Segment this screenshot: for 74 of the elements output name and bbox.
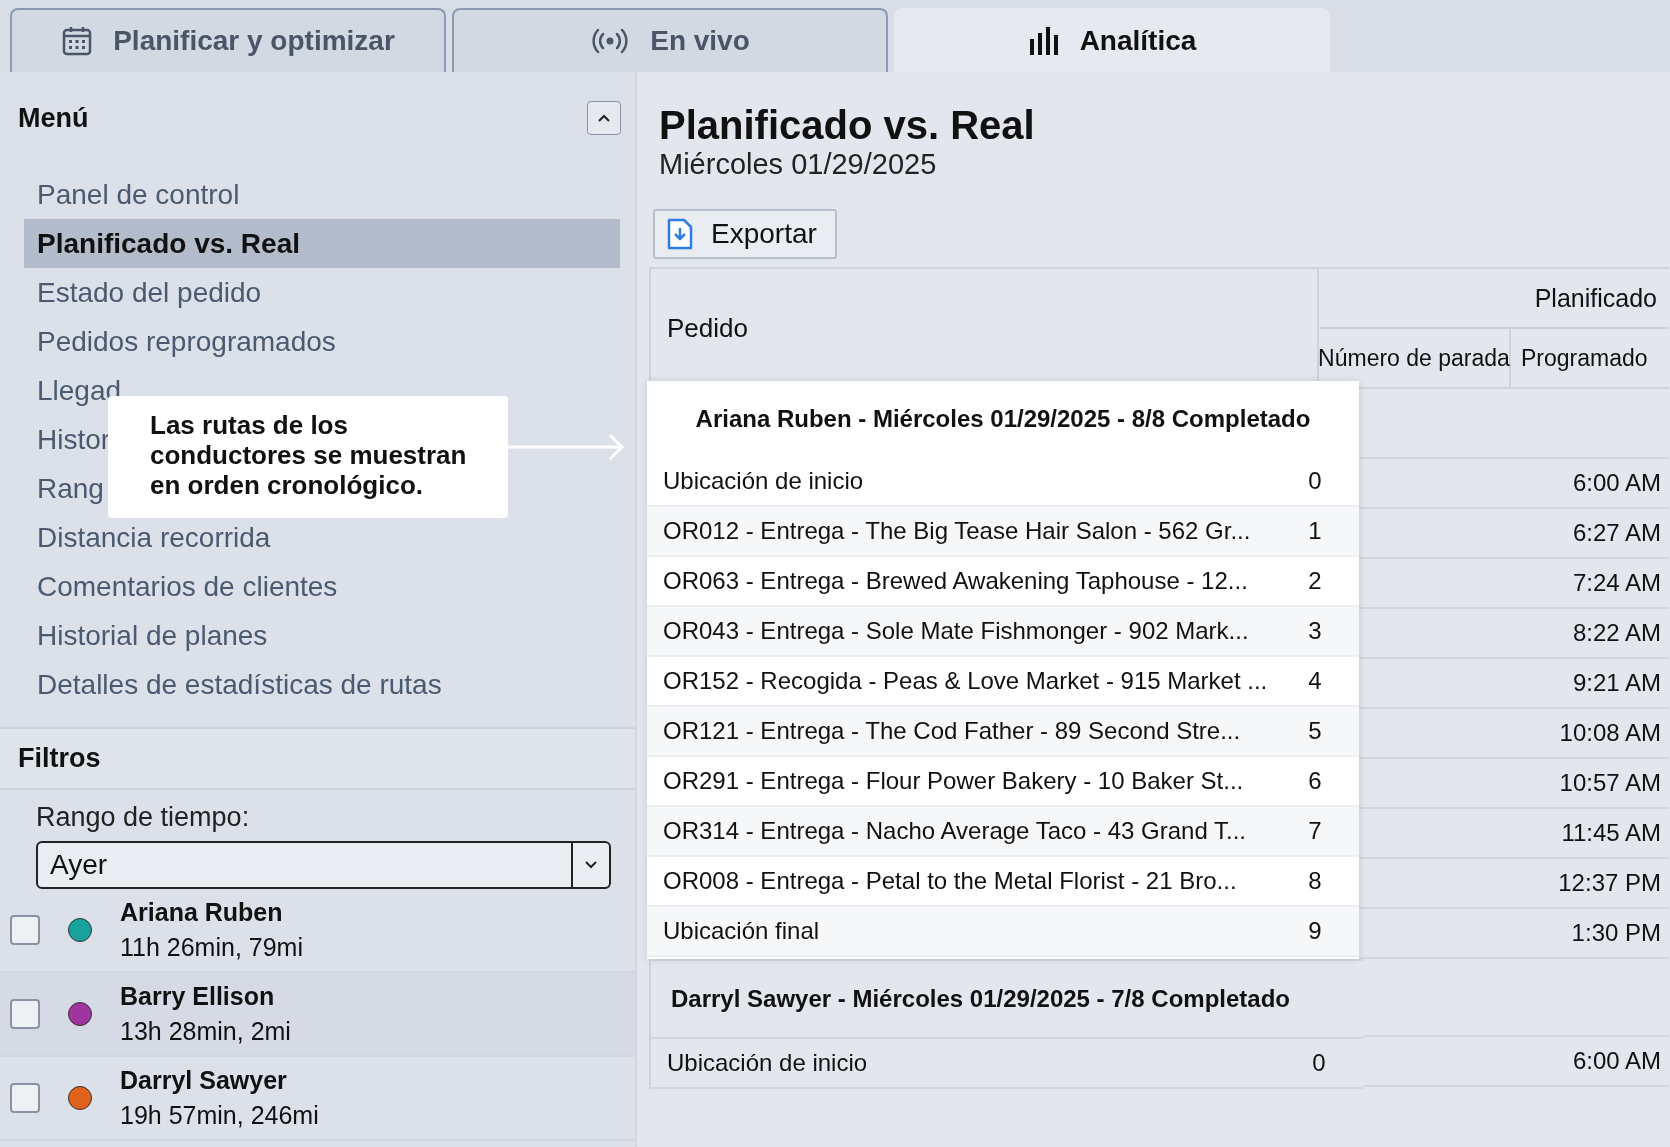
download-icon xyxy=(667,218,693,250)
tab[interactable]: Planificar y optimizar xyxy=(10,8,446,72)
table-cell-text: 12:37 PM xyxy=(1557,869,1662,897)
table-cell-text: 11:45 AM xyxy=(1560,819,1662,847)
table-cell-text: OR314 - Entrega - Nacho Average Taco - 43 Grand T... xyxy=(662,817,1247,845)
table-cell-text: 8 xyxy=(1307,867,1323,895)
route-heading: Ariana Ruben - Miércoles 01/29/2025 - 8/8 Completado xyxy=(694,404,1312,434)
checkbox[interactable] xyxy=(10,999,40,1029)
time-range-dropdown[interactable]: Ayer xyxy=(36,841,611,889)
page-subtitle: Miércoles 01/29/2025 xyxy=(659,148,938,181)
table-cell-text: 5 xyxy=(1307,717,1323,745)
menu-item[interactable]: Distancia recorrida xyxy=(37,521,271,555)
page-title: Planificado vs. Real xyxy=(659,102,1036,148)
table-cell-text: 6:00 AM xyxy=(1571,469,1662,497)
menu-item[interactable]: Histor xyxy=(37,423,111,457)
menu-item[interactable]: Pedidos reprogramados xyxy=(37,325,336,359)
menu-item[interactable]: Comentarios de clientes xyxy=(37,570,338,604)
table-cell-text: 2 xyxy=(1307,567,1323,595)
table-cell-text: 1 xyxy=(1307,517,1323,545)
driver-name: Darryl Sawyer xyxy=(120,1066,288,1095)
export-button[interactable]: Exportar xyxy=(653,209,837,259)
table-cell-text: Ubicación de inicio xyxy=(662,467,865,495)
filters-title: Filtros xyxy=(18,743,101,773)
callout-text: Las rutas de los conductores se muestran en orden cronológico. xyxy=(150,410,468,500)
tab[interactable]: Analítica xyxy=(894,8,1330,72)
table-cell-text: 1:30 PM xyxy=(1570,919,1662,947)
driver-name: Ariana Ruben xyxy=(120,898,284,927)
table-cell-text: 6 xyxy=(1307,767,1323,795)
column-header: Programado xyxy=(1520,343,1649,373)
table-cell-text: OR008 - Entrega - Petal to the Metal Florist - 21 Bro... xyxy=(662,867,1238,895)
route-heading: Darryl Sawyer - Miércoles 01/29/2025 - 7/8 Completado xyxy=(651,959,1363,1039)
table-cell-text: Ubicación final xyxy=(662,917,821,945)
calendar-icon xyxy=(61,25,94,57)
table-cell-text: Ubicación de inicio xyxy=(666,1049,869,1077)
table-cell-text: 10:57 AM xyxy=(1558,769,1662,797)
table-cell-text: OR012 - Entrega - The Big Tease Hair Salon - 562 Gr... xyxy=(662,517,1252,545)
menu-title: Menú xyxy=(18,102,89,134)
table-cell-text: OR152 - Recogida - Peas & Love Market - 915 Market ... xyxy=(662,667,1269,695)
driver-summary: 19h 57min, 246mi xyxy=(120,1101,319,1130)
driver-name: Barry Ellison xyxy=(120,982,276,1011)
table-cell-text: 7:24 AM xyxy=(1571,569,1662,597)
table-cell-text: OR291 - Entrega - Flour Power Bakery - 10 Baker St... xyxy=(662,767,1245,795)
checkbox[interactable] xyxy=(10,1083,40,1113)
menu-item[interactable]: Historial de planes xyxy=(37,619,268,653)
menu-item[interactable]: Detalles de estadísticas de rutas xyxy=(37,668,442,702)
menu-item[interactable]: Planificado vs. Real xyxy=(24,219,620,268)
table-cell-text: 0 xyxy=(1307,467,1323,495)
table-cell-text: 4 xyxy=(1307,667,1323,695)
menu-item[interactable]: Llegad xyxy=(37,374,122,408)
bar-chart-icon xyxy=(1027,25,1060,57)
driver-summary: 11h 26min, 79mi xyxy=(120,933,303,962)
column-group-header: Planificado xyxy=(1319,269,1669,329)
tab[interactable]: En vivo xyxy=(452,8,888,72)
table-cell-text: 9 xyxy=(1307,917,1323,945)
table-cell-text: 9:21 AM xyxy=(1571,669,1662,697)
checkbox[interactable] xyxy=(10,915,40,945)
caret-icon xyxy=(584,860,598,870)
menu-item[interactable]: Estado del pedido xyxy=(37,276,262,310)
table-cell-text: 8:22 AM xyxy=(1571,619,1662,647)
table-cell-text: OR043 - Entrega - Sole Mate Fishmonger - 902 Mark... xyxy=(662,617,1250,645)
caret-icon xyxy=(597,113,611,123)
table-cell-text: 3 xyxy=(1307,617,1323,645)
menu-item[interactable]: Rang xyxy=(37,472,104,506)
field-label: Rango de tiempo: xyxy=(36,802,251,833)
table-cell-text: OR063 - Entrega - Brewed Awakening Taphouse - 12... xyxy=(662,567,1249,595)
table-cell-text: 0 xyxy=(1311,1049,1327,1077)
collapse-button[interactable] xyxy=(587,101,621,135)
table-cell-text: OR121 - Entrega - The Cod Father - 89 Second Stre... xyxy=(662,717,1242,745)
table-cell-text: 10:08 AM xyxy=(1558,719,1662,747)
menu-item[interactable]: Panel de control xyxy=(37,178,240,212)
driver-summary: 13h 28min, 2mi xyxy=(120,1017,291,1046)
table-cell-text: 7 xyxy=(1307,817,1323,845)
table-cell-text: 6:00 AM xyxy=(1571,1047,1662,1075)
table-cell-text: 6:27 AM xyxy=(1571,519,1662,547)
